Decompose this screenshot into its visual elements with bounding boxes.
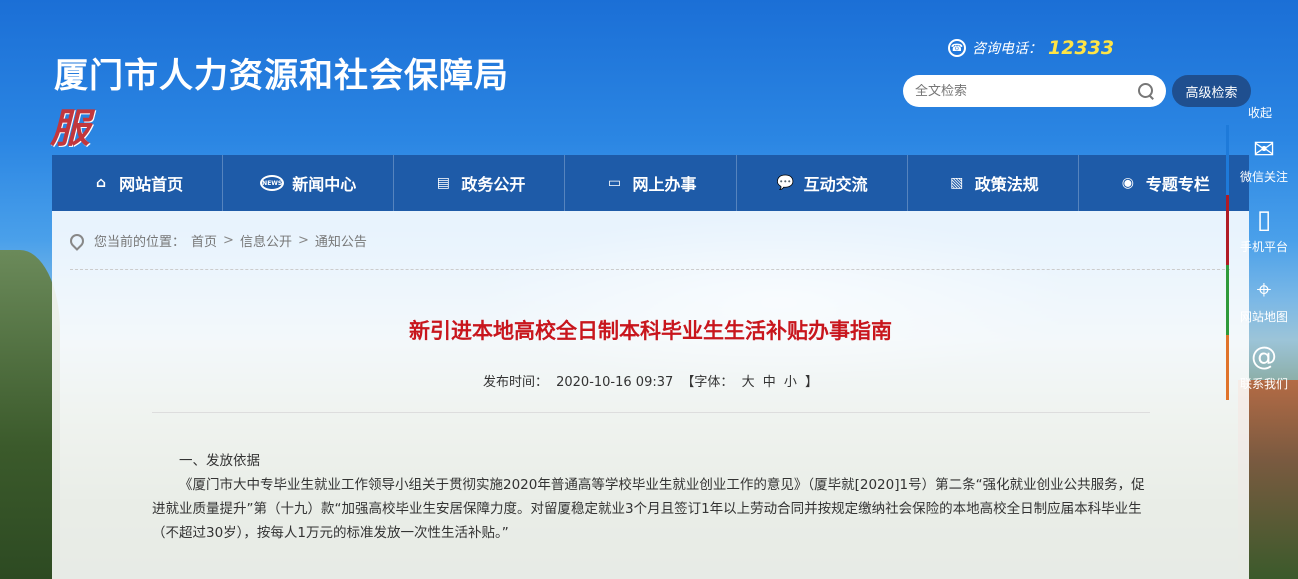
chat-icon: 💬 <box>776 175 795 191</box>
search-icon[interactable] <box>1138 83 1154 99</box>
map-icon: ⌖ <box>1256 274 1272 305</box>
float-item-sitemap[interactable]: ⌖ 网站地图 <box>1230 265 1298 335</box>
nav-label: 政务公开 <box>461 175 526 194</box>
float-divider <box>1226 125 1229 195</box>
nav-item-home[interactable]: ⌂ 网站首页 <box>52 155 224 211</box>
breadcrumb-item-info[interactable]: 信息公开 <box>240 231 292 250</box>
nav-label: 网上办事 <box>632 175 697 194</box>
collapse-button[interactable]: 收起 <box>1248 104 1272 121</box>
location-pin-icon <box>67 230 87 251</box>
breadcrumb-prefix: 您当前的位置： <box>94 235 186 250</box>
font-size-label: 【字体： <box>681 375 734 390</box>
news-icon: NEWS <box>260 175 285 191</box>
search-input[interactable] <box>915 83 1138 99</box>
main-nav: ⌂ 网站首页 NEWS 新闻中心 ▤ 政务公开 ▭ 网上办事 💬 互动交流 ▧ … <box>52 155 1249 211</box>
breadcrumb-separator: > <box>297 233 309 248</box>
hotline: ☎ 咨询电话： 12333 <box>948 36 1114 60</box>
article-paragraph: 《厦门市大中专毕业生就业工作领导小组关于贯彻实施2020年普通高等学校毕业生就业… <box>152 477 1145 541</box>
nav-label: 新闻中心 <box>292 175 357 194</box>
font-size-medium[interactable]: 中 <box>763 375 776 390</box>
home-icon: ⌂ <box>96 175 107 191</box>
breadcrumb-item-home[interactable]: 首页 <box>191 231 217 250</box>
float-item-contact[interactable]: @ 联系我们 <box>1230 332 1298 402</box>
hotline-label: 咨询电话： <box>972 41 1042 57</box>
article-meta: 发布时间： 2020-10-16 09:37 【字体： 大 中 小 】 <box>52 371 1249 390</box>
topic-icon: ◉ <box>1121 175 1135 191</box>
nav-label: 互动交流 <box>803 175 868 194</box>
float-divider <box>1226 265 1229 335</box>
nav-item-topics[interactable]: ◉ 专题专栏 <box>1079 155 1249 211</box>
breadcrumb-separator: > <box>223 233 234 248</box>
policy-icon: ▧ <box>950 175 964 191</box>
mobile-icon: ▯ <box>1256 204 1272 235</box>
float-label: 手机平台 <box>1239 239 1288 254</box>
floating-sidebar: 收起 ✉ 微信关注 ▯ 手机平台 ⌖ 网站地图 @ 联系我们 <box>1226 100 1298 400</box>
float-divider <box>1226 195 1229 265</box>
nav-label: 政策法规 <box>974 175 1039 194</box>
article-body: 一、发放依据 《厦门市大中专毕业生就业工作领导小组关于贯彻实施2020年普通高等… <box>152 449 1150 545</box>
float-label: 联系我们 <box>1239 376 1288 391</box>
nav-item-online-services[interactable]: ▭ 网上办事 <box>565 155 737 211</box>
nav-item-government-affairs[interactable]: ▤ 政务公开 <box>394 155 566 211</box>
background-hill-left <box>0 250 60 579</box>
email-icon: @ <box>1251 341 1277 372</box>
nav-label: 专题专栏 <box>1145 175 1210 194</box>
wechat-icon: ✉ <box>1253 134 1275 165</box>
search-box <box>903 75 1166 107</box>
site-title[interactable]: 厦门市人力资源和社会保障局 <box>54 48 509 97</box>
font-size-small[interactable]: 小 <box>784 375 797 390</box>
float-label: 微信关注 <box>1239 169 1288 184</box>
breadcrumb: 您当前的位置： 首页 > 信息公开 > 通知公告 <box>67 230 367 251</box>
float-divider <box>1226 335 1229 400</box>
breadcrumb-divider <box>70 269 1230 270</box>
service-logo: 服 <box>50 105 90 152</box>
publish-time: 2020-10-16 09:37 <box>556 375 674 390</box>
meta-divider <box>152 412 1150 413</box>
phone-icon: ☎ <box>948 39 966 57</box>
float-item-mobile[interactable]: ▯ 手机平台 <box>1230 195 1298 265</box>
section-heading: 一、发放依据 <box>179 453 260 469</box>
nav-item-policies[interactable]: ▧ 政策法规 <box>908 155 1079 211</box>
font-size-end: 】 <box>805 375 819 390</box>
nav-item-news[interactable]: NEWS 新闻中心 <box>223 155 395 211</box>
float-item-wechat[interactable]: ✉ 微信关注 <box>1230 125 1298 195</box>
article-panel: 您当前的位置： 首页 > 信息公开 > 通知公告 新引进本地高校全日制本科毕业生… <box>52 211 1249 579</box>
nav-item-interaction[interactable]: 💬 互动交流 <box>737 155 908 211</box>
document-icon: ▤ <box>436 175 450 191</box>
hotline-number: 12333 <box>1048 37 1115 59</box>
breadcrumb-item-notice[interactable]: 通知公告 <box>315 231 367 250</box>
monitor-icon: ▭ <box>607 175 622 191</box>
article-title: 新引进本地高校全日制本科毕业生生活补贴办事指南 <box>409 319 892 343</box>
font-size-large[interactable]: 大 <box>742 375 755 390</box>
float-label: 网站地图 <box>1239 309 1288 324</box>
publish-label: 发布时间： <box>482 375 548 390</box>
nav-label: 网站首页 <box>119 175 184 194</box>
